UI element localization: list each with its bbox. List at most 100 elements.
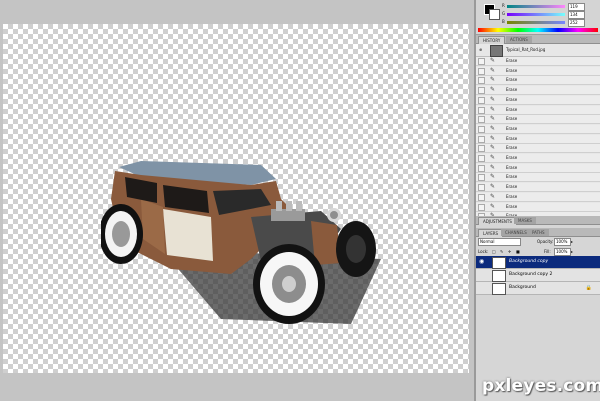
history-brush-checkbox[interactable] xyxy=(478,96,485,104)
layer-row[interactable]: Background 🔒 xyxy=(476,282,600,295)
history-list: ⊕ Typical_Rat_Rod.jpg ✎ Erase ✎ Erase ✎ Erase… xyxy=(476,44,600,261)
history-item-label: Erase xyxy=(506,77,518,83)
history-tabbar: HISTORY ACTIONS xyxy=(476,35,600,44)
history-brush-checkbox[interactable] xyxy=(478,58,485,65)
fill-dropdown-icon[interactable]: ▸ xyxy=(571,249,573,255)
history-item[interactable]: ✎ Erase xyxy=(476,192,600,202)
tab-adjustments[interactable]: ADJUSTMENTS xyxy=(478,217,517,225)
lock-fill-row: Lock: □ ✎ ✛ ■ Fill: 100% ▸ xyxy=(478,248,598,256)
opacity-dropdown-icon[interactable]: ▸ xyxy=(571,239,573,245)
lock-position-icon[interactable]: ✛ xyxy=(508,249,511,255)
history-item[interactable]: ✎ Erase xyxy=(476,154,600,163)
green-slider[interactable] xyxy=(507,13,565,16)
history-brush-checkbox[interactable] xyxy=(478,155,485,162)
history-item[interactable]: ✎ Erase xyxy=(476,57,600,66)
history-item[interactable]: ✎ Erase xyxy=(476,105,600,115)
lock-label: Lock: xyxy=(478,249,489,254)
history-brush-checkbox[interactable] xyxy=(478,116,485,124)
history-item[interactable]: ✎ Erase xyxy=(476,173,600,183)
history-brush-checkbox[interactable] xyxy=(478,87,485,95)
tab-channels[interactable]: CHANNELS xyxy=(501,229,531,236)
watermark: pxleyes.com xyxy=(482,376,600,396)
history-brush-checkbox[interactable] xyxy=(478,203,485,211)
history-item[interactable]: ✎ Erase xyxy=(476,115,600,125)
history-snapshot[interactable]: ⊕ Typical_Rat_Rod.jpg xyxy=(476,44,600,57)
tab-paths[interactable]: PATHS xyxy=(528,229,549,236)
green-label: G xyxy=(502,11,506,16)
history-item-label: Erase xyxy=(506,106,518,112)
history-brush-checkbox[interactable] xyxy=(478,67,485,75)
history-brush-checkbox[interactable] xyxy=(478,193,485,201)
history-brush-checkbox[interactable] xyxy=(478,77,485,85)
green-value-field[interactable]: 134 xyxy=(568,11,585,19)
history-item[interactable]: ✎ Erase xyxy=(476,134,600,144)
eraser-icon: ✎ xyxy=(490,66,496,74)
visibility-eye-icon[interactable]: ◉ xyxy=(479,259,486,265)
history-item-label: Erase xyxy=(506,135,518,141)
history-item[interactable]: ✎ Erase xyxy=(476,202,600,212)
eraser-icon: ✎ xyxy=(490,144,496,152)
eraser-icon: ✎ xyxy=(490,57,496,64)
eraser-icon: ✎ xyxy=(490,173,496,181)
green-slider-row: G 134 xyxy=(502,11,598,19)
tab-actions[interactable]: ACTIONS xyxy=(506,36,532,43)
lock-image-icon[interactable]: ✎ xyxy=(500,249,503,255)
history-item[interactable]: ✎ Erase xyxy=(476,76,600,86)
history-brush-checkbox[interactable] xyxy=(478,164,485,172)
visibility-eye-icon[interactable] xyxy=(479,272,486,278)
blend-mode-select[interactable]: Normal xyxy=(478,238,521,246)
eraser-icon: ✎ xyxy=(490,154,496,161)
history-item[interactable]: ✎ Erase xyxy=(476,144,600,154)
layer-row[interactable]: Background copy 2 xyxy=(476,269,600,282)
tab-layers[interactable]: LAYERS xyxy=(478,229,504,237)
history-brush-checkbox[interactable] xyxy=(478,174,485,182)
workspace xyxy=(0,0,474,401)
layer-row[interactable]: ◉ Background copy xyxy=(476,256,600,269)
lock-all-icon[interactable]: ■ xyxy=(516,249,520,255)
fill-field[interactable]: 100% xyxy=(554,248,571,256)
history-item-label: Erase xyxy=(506,87,518,93)
document-canvas[interactable] xyxy=(3,24,469,373)
history-item-label: Erase xyxy=(506,58,518,63)
visibility-eye-icon[interactable] xyxy=(479,285,486,291)
history-item-label: Erase xyxy=(506,116,518,122)
history-item[interactable]: ✎ Erase xyxy=(476,124,600,134)
history-brush-checkbox[interactable] xyxy=(478,125,485,133)
tab-history[interactable]: HISTORY xyxy=(478,36,506,44)
lock-transparency-icon[interactable]: □ xyxy=(492,249,496,255)
opacity-label: Opacity: xyxy=(537,239,554,244)
opacity-field[interactable]: 100% xyxy=(554,238,571,246)
blue-slider[interactable] xyxy=(507,21,565,24)
right-panel-dock: R 119 G 134 B 252 HISTORY ACTIONS ⊕ Typi… xyxy=(474,0,600,401)
history-item[interactable]: ✎ Erase xyxy=(476,86,600,96)
history-brush-source-icon[interactable]: ⊕ xyxy=(479,47,482,53)
lock-icon: 🔒 xyxy=(585,285,592,291)
layer-name[interactable]: Background copy xyxy=(509,259,548,264)
eraser-icon: ✎ xyxy=(490,124,496,132)
tab-masks[interactable]: MASKS xyxy=(514,217,536,224)
history-brush-checkbox[interactable] xyxy=(478,184,485,192)
red-value-field[interactable]: 119 xyxy=(568,3,585,11)
history-item[interactable]: ✎ Erase xyxy=(476,163,600,173)
eraser-icon: ✎ xyxy=(490,163,496,171)
history-brush-checkbox[interactable] xyxy=(478,135,485,143)
history-item-label: Erase xyxy=(506,67,518,73)
background-color-swatch[interactable] xyxy=(489,9,500,20)
history-item-label: Erase xyxy=(506,155,518,160)
layer-name[interactable]: Background copy 2 xyxy=(509,272,552,277)
color-spectrum-bar[interactable] xyxy=(478,28,598,32)
history-item[interactable]: ✎ Erase xyxy=(476,95,600,105)
eraser-icon: ✎ xyxy=(490,183,496,191)
eraser-icon: ✎ xyxy=(490,115,496,123)
layer-name[interactable]: Background xyxy=(509,285,536,290)
history-brush-checkbox[interactable] xyxy=(478,106,485,114)
history-brush-checkbox[interactable] xyxy=(478,145,485,153)
eraser-icon: ✎ xyxy=(490,192,496,200)
history-item[interactable]: ✎ Erase xyxy=(476,183,600,193)
history-item[interactable]: ✎ Erase xyxy=(476,66,600,76)
blue-value-field[interactable]: 252 xyxy=(568,19,585,27)
red-slider[interactable] xyxy=(507,5,565,8)
eraser-icon: ✎ xyxy=(490,134,496,142)
layer-thumbnail xyxy=(492,283,506,295)
history-item-label: Erase xyxy=(506,184,518,190)
